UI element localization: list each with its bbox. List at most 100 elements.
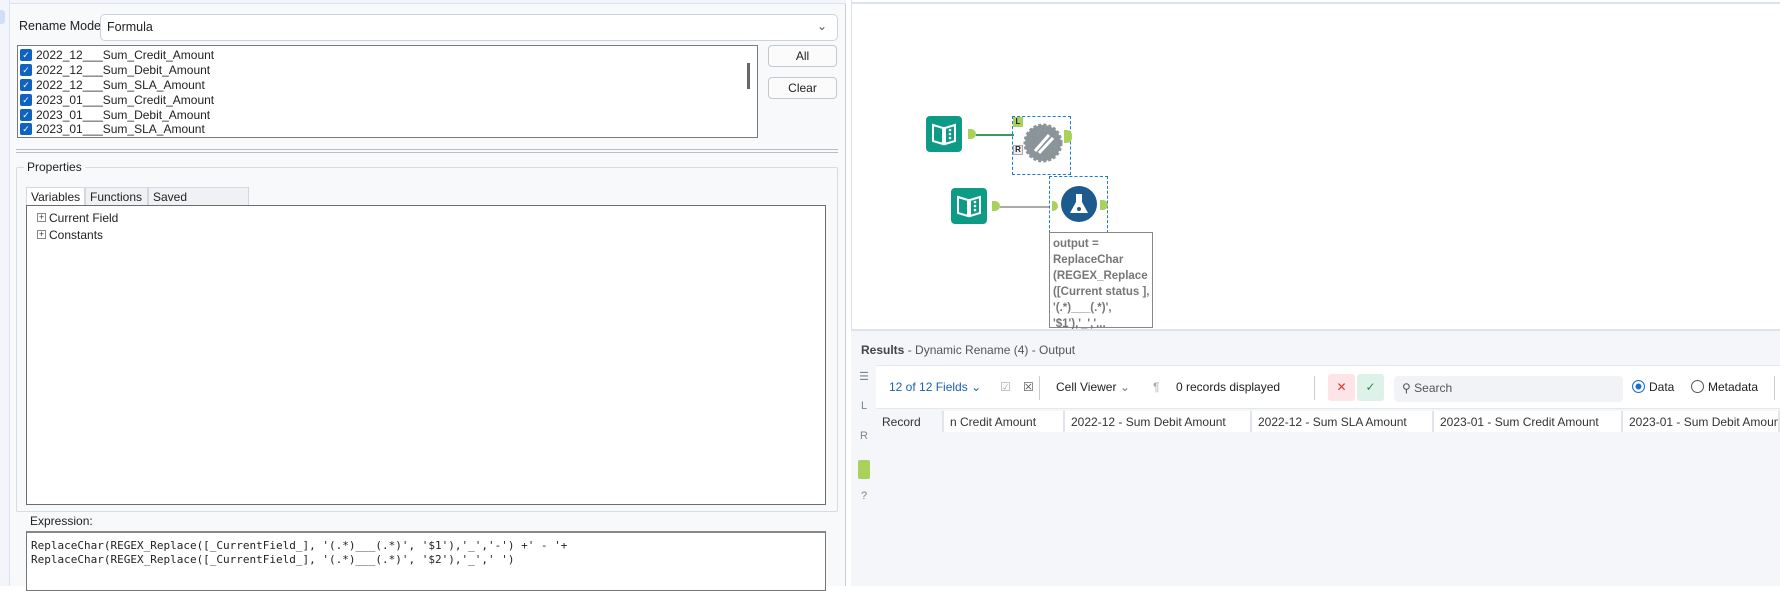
help-icon[interactable]: ? [855,490,873,509]
connection-line [1000,206,1050,208]
results-grid-header: Record n Credit Amount 2022-12 - Sum Deb… [876,411,1780,432]
anchor-l[interactable]: L [1013,117,1023,127]
expression-label: Expression: [30,514,93,528]
uncheck-all-icon[interactable]: ☒ [1023,380,1034,394]
cell-viewer-dropdown[interactable]: Cell Viewer ⌄ [1056,380,1130,394]
list-item[interactable]: ✓ 2023_01___Sum_SLA_Amount [18,122,757,137]
chevron-down-icon: ⌄ [816,19,827,33]
field-name: 2022_12___Sum_Credit_Amount [36,48,215,63]
expand-icon[interactable]: + [37,230,46,239]
results-toolbar: 12 of 12 Fields ⌄ ☑ ☒ Cell Viewer ⌄ ¶ 0 … [876,365,1780,409]
tree-label: Current Field [49,210,119,225]
output-anchor[interactable] [1064,130,1072,143]
clear-button[interactable]: Clear [768,77,837,99]
column-header[interactable]: 2023-01 - Sum Debit Amount [1623,411,1780,432]
field-name: 2023_01___Sum_SLA_Amount [36,122,205,137]
rename-mode-label: Rename Mode: [19,19,105,33]
checkbox-checked-icon[interactable]: ✓ [20,49,32,62]
chevron-down-icon: ⌄ [971,380,982,394]
column-header[interactable]: 2022-12 - Sum Debit Amount [1065,411,1252,432]
radio-data[interactable]: Data [1632,380,1674,394]
field-list: ✓ 2022_12___Sum_Credit_Amount ✓ 2022_12___… [17,45,758,138]
list-scrollbar[interactable] [747,63,750,89]
formula-flask-icon [1061,186,1097,222]
expand-icon[interactable]: + [37,213,46,222]
list-item[interactable]: ✓ 2023_01___Sum_Credit_Amount [18,92,757,107]
tab-variables[interactable]: Variables [26,187,85,206]
connection-line [976,134,1014,136]
formula-tool[interactable] [1049,176,1108,233]
toolbar-divider [1039,376,1040,400]
tree-node-constants[interactable]: + Constants [37,226,825,243]
fields-selector[interactable]: 12 of 12 Fields ⌄ [889,380,981,394]
book-icon [932,123,956,146]
list-item[interactable]: ✓ 2022_12___Sum_SLA_Amount [18,78,757,93]
column-header[interactable]: 2022-12 - Sum SLA Amount [1252,411,1434,432]
radio-label: Metadata [1708,380,1759,394]
expression-line: ReplaceChar(REGEX_Replace([_CurrentField… [31,553,515,566]
anchor-r[interactable]: R [1013,145,1023,155]
input-data-tool-2[interactable] [951,188,987,224]
chevron-down-icon: ⌄ [1119,380,1130,394]
expression-editor[interactable]: ReplaceChar(REGEX_Replace([_CurrentField… [26,531,826,591]
list-item[interactable]: ✓ 2022_12___Sum_Credit_Amount [18,48,757,63]
input-data-tool-1[interactable] [926,116,962,152]
output-anchor-icon[interactable] [858,460,870,479]
search-placeholder: Search [1414,381,1453,395]
field-name: 2022_12___Sum_Debit_Amount [36,63,211,78]
toolbar-divider [1774,376,1775,400]
tab-functions[interactable]: Functions [85,187,148,206]
properties-label: Properties [24,160,85,174]
radio-metadata[interactable]: Metadata [1691,380,1758,394]
anchor-l-icon[interactable]: L [855,400,873,419]
results-heading: Results [861,343,905,357]
select-all-button[interactable]: All [768,45,837,67]
dynamic-rename-gear-icon [1023,123,1063,163]
field-name: 2022_12___Sum_SLA_Amount [36,77,205,92]
panel-top-border [10,0,846,4]
dynamic-rename-tool[interactable]: L R [1012,116,1072,175]
apply-icon[interactable]: ✓ [1357,374,1384,401]
search-input[interactable]: ⚲ Search [1394,376,1623,402]
checkbox-checked-icon[interactable]: ✓ [20,78,32,91]
sidebar-tab[interactable] [0,10,5,24]
cell-viewer-label: Cell Viewer [1056,380,1117,394]
checkbox-checked-icon[interactable]: ✓ [20,64,32,77]
checkbox-checked-icon[interactable]: ✓ [20,108,32,121]
rename-mode-value: Formula [107,20,153,34]
toolbar-divider [1314,376,1315,400]
splitter[interactable] [16,149,838,153]
list-item[interactable]: ✓ 2023_01___Sum_Debit_Amount [18,107,757,122]
results-side-toolbar: ☰ L R ? [855,370,873,520]
book-icon [957,195,981,218]
discard-icon[interactable]: ✕ [1328,374,1355,401]
checkbox-checked-icon[interactable]: ✓ [20,123,32,136]
column-header[interactable]: Record [876,411,944,432]
column-header[interactable]: n Credit Amount [944,411,1065,432]
checkbox-checked-icon[interactable]: ✓ [20,93,32,106]
list-icon[interactable]: ☰ [855,370,873,389]
output-anchor[interactable] [1100,200,1108,210]
results-subtitle: - Dynamic Rename (4) - Output [904,343,1076,357]
fields-selector-label: 12 of 12 Fields [889,380,968,394]
expression-line: ReplaceChar(REGEX_Replace([_CurrentField… [31,539,568,552]
tool-annotation: output = ReplaceChar (REGEX_Replace ([Cu… [1049,232,1153,330]
tree-node-current-field[interactable]: + Current Field [37,209,825,226]
tree-label: Constants [49,227,104,242]
left-sidebar-strip [0,0,10,586]
field-name: 2023_01___Sum_Debit_Amount [36,107,211,122]
rename-mode-select[interactable]: Formula ⌄ [100,14,838,41]
variables-tree: + Current Field + Constants [26,205,826,505]
workflow-canvas[interactable] [851,0,1780,329]
radio-unselected-icon [1691,380,1704,393]
radio-selected-icon [1632,380,1645,393]
records-count: 0 records displayed [1176,380,1281,394]
search-icon: ⚲ [1402,381,1411,395]
pilcrow-icon[interactable]: ¶ [1153,380,1159,394]
check-all-icon[interactable]: ☑ [1000,380,1011,394]
list-item[interactable]: ✓ 2022_12___Sum_Debit_Amount [18,63,757,78]
anchor-r-icon[interactable]: R [855,430,873,449]
tab-saved-expressions[interactable]: Saved Expressions [148,187,249,218]
input-anchor[interactable] [1052,201,1058,211]
column-header[interactable]: 2023-01 - Sum Credit Amount [1434,411,1623,432]
